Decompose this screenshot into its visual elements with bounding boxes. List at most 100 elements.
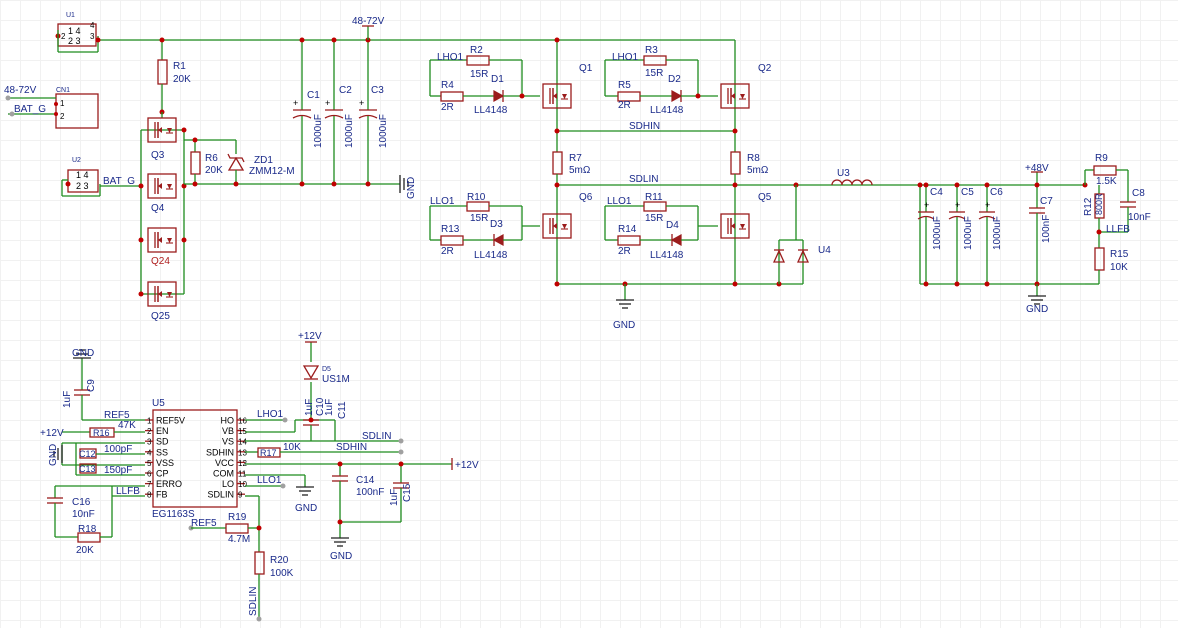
- u5-part: EG1163S: [152, 509, 195, 520]
- r6-label: R6: [205, 153, 218, 164]
- d2-label: D2: [668, 74, 681, 85]
- schematic-canvas: U1 1 4 2 3 2 3 4 CN1 1 2 48-72V BAT_G U2…: [0, 0, 1178, 628]
- r20-label: R20: [270, 555, 289, 566]
- c3-value: 1000uF: [378, 114, 389, 148]
- u5-pin-number: 7: [147, 480, 152, 489]
- u5-sdhin-label: SDHIN: [336, 442, 367, 453]
- q24-label: Q24: [151, 256, 170, 267]
- bootstrap-d5: +12V D5 US1M 1uF C10 1uF C11: [245, 331, 350, 441]
- c4-value: 1000uF: [932, 216, 943, 250]
- svg-text:2: 2: [61, 32, 66, 41]
- connector-u1: U1 1 4 2 3 2 3 4: [55, 12, 99, 53]
- u5-pin-number: 6: [147, 470, 152, 479]
- r11-label: R11: [645, 192, 663, 203]
- connector-u2: U2 1 4 2 3 BAT_G: [61, 157, 141, 197]
- u5-pin-name: CP: [156, 469, 169, 479]
- ref5-label-b: REF5: [191, 518, 217, 529]
- capacitor-c9: GND C9 1uF REF5: [62, 348, 145, 421]
- gnd-vcc-label: GND: [330, 551, 352, 562]
- supply-48v-label: +48V: [1025, 163, 1049, 174]
- d1-value: LL4148: [474, 105, 508, 116]
- schematic-drawing: U1 1 4 2 3 2 3 4 CN1 1 2 48-72V BAT_G U2…: [4, 12, 1151, 622]
- resistor-r6: R6 20K: [184, 137, 236, 184]
- connector-cn1: CN1 1 2 48-72V BAT_G: [4, 85, 99, 129]
- r3-label: R3: [645, 45, 658, 56]
- r1-label: R1: [173, 61, 186, 72]
- gnd-bridge-label: GND: [613, 320, 635, 331]
- c12-label: C12: [79, 449, 96, 459]
- u1-pins-top: 1 4: [68, 26, 81, 36]
- u5-pin-name: SS: [156, 447, 168, 457]
- r5-value: 2R: [618, 100, 631, 111]
- r2-label: R2: [470, 45, 483, 56]
- supply-48-72v-label: 48-72V: [352, 16, 385, 27]
- diode-u4: U4: [772, 185, 831, 284]
- u5-pin-name: REF5V: [156, 416, 185, 426]
- u5-pin-number: 4: [147, 448, 152, 457]
- u1-pins-bottom: 2 3: [68, 36, 81, 46]
- c14-label: C14: [356, 475, 375, 486]
- u4-label: U4: [818, 245, 831, 256]
- q6-gate-driver: LLO1 R10 15R R13 2R D3 LL4148 Q6: [429, 192, 593, 261]
- r13-label: R13: [441, 224, 460, 235]
- resistor-r16: +12V R16 47K: [40, 420, 145, 439]
- supply-12v-a-label: +12V: [40, 428, 64, 439]
- c15-value: 1uF: [389, 489, 400, 506]
- lho1-label-q1: LHO1: [437, 52, 464, 63]
- zd1-value: ZMM12-M: [249, 166, 295, 177]
- r14-value: 2R: [618, 246, 631, 257]
- q2-gate-driver: LHO1 R3 15R R5 2R D2 LL4148 Q2: [604, 45, 772, 116]
- capacitor-c5: + C5 1000uF: [948, 185, 974, 284]
- c14-value: 100nF: [356, 487, 384, 498]
- r4-value: 2R: [441, 102, 454, 113]
- c15-label: C15: [402, 483, 413, 502]
- gnd-c9-label: GND: [72, 348, 94, 359]
- c3-label: C3: [371, 85, 384, 96]
- u5-pin-name: COM: [213, 469, 234, 479]
- svg-text:4: 4: [90, 21, 95, 30]
- u5-pin-name: SDHIN: [206, 447, 234, 457]
- llo1-label-q5: LLO1: [607, 196, 632, 207]
- q3-label: Q3: [151, 150, 165, 161]
- u2-pins-bottom: 2 3: [76, 181, 89, 191]
- capacitor-c7: C7 100nF: [1029, 185, 1053, 284]
- c11-value: 1uF: [324, 399, 335, 416]
- r3-value: 15R: [645, 68, 663, 79]
- capacitor-c6: + C6 1000uF: [978, 185, 1003, 284]
- u5-pin-number: 2: [147, 427, 152, 436]
- u3-label: U3: [837, 168, 850, 179]
- d3-label: D3: [490, 219, 503, 230]
- supply-48-72v: 48-72V: [352, 16, 385, 40]
- u5-pin-number: 5: [147, 459, 152, 468]
- d3-value: LL4148: [474, 250, 508, 261]
- c1-label: C1: [307, 90, 320, 101]
- gnd-main-label: GND: [406, 177, 417, 199]
- u5-pin-number: 11: [238, 470, 247, 479]
- resistor-r1: R1 20K: [157, 37, 191, 112]
- u5-label: U5: [152, 398, 165, 409]
- r13-value: 2R: [441, 246, 454, 257]
- r15-value: 10K: [1110, 262, 1128, 273]
- c5-value: 1000uF: [963, 216, 974, 250]
- compensation-network: LLFB C16 10nF R18 20K: [47, 485, 145, 556]
- u5-sdlin-label: SDLIN: [362, 431, 391, 442]
- r7-label: R7: [569, 153, 582, 164]
- u5-pin-number: 8: [147, 491, 152, 500]
- llfb-label-u5: LLFB: [116, 486, 140, 497]
- r12-label: R12: [1083, 197, 1094, 216]
- u5-left-pins: 1 REF5V 2 EN 3 SD 4 SS 5 VSS 6 CP 7 ERRO 8 FB: [145, 416, 185, 500]
- c4-label: C4: [930, 187, 943, 198]
- r4-label: R4: [441, 80, 454, 91]
- svg-text:+: +: [985, 200, 990, 210]
- u5-pin-name: EN: [156, 426, 169, 436]
- capacitor-c1: + C1 1000uF: [292, 37, 324, 187]
- r14-label: R14: [618, 224, 637, 235]
- r2-value: 15R: [470, 69, 488, 80]
- q2-label: Q2: [758, 63, 772, 74]
- svg-text:+: +: [293, 98, 298, 108]
- mosfet-bank: Q3 Q4 Q24 Q25: [138, 112, 187, 322]
- cn1-pin2: 2: [60, 112, 65, 121]
- d5-value: US1M: [322, 374, 350, 385]
- r10-value: 15R: [470, 213, 488, 224]
- r7-value: 5mΩ: [569, 165, 591, 176]
